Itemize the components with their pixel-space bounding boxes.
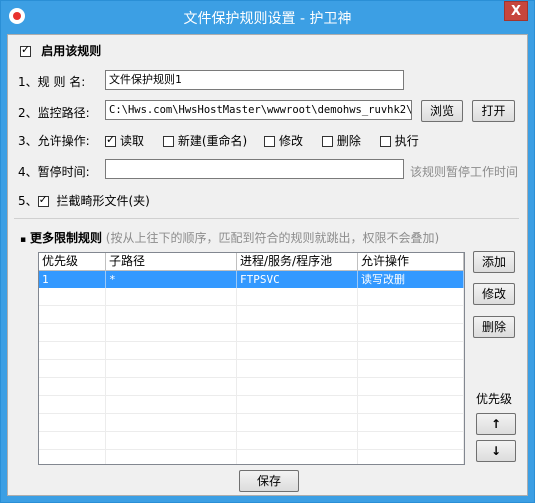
section-divider [14,218,519,219]
op-create-checkbox[interactable] [162,136,174,147]
op-modify[interactable]: 修改 [264,132,303,149]
col-priority[interactable]: 优先级 [39,253,106,270]
title-bar: 文件保护规则设置 - 护卫神 X [1,1,534,34]
monitor-path-input[interactable]: C:\Hws.com\HwsHostMaster\wwwroot\demohws… [105,100,412,120]
block-deformed-label: 拦截畸形文件(夹) [56,194,150,208]
move-up-button[interactable]: ↑ [476,413,516,435]
col-ops[interactable]: 允许操作 [358,253,464,270]
empty-row [39,414,464,432]
more-rules-hint: (按从上往下的顺序，匹配到符合的规则就跳出，权限不会叠加) [105,231,440,245]
cell-subpath: * [106,271,237,288]
dialog-window: 文件保护规则设置 - 护卫神 X 启用该规则 1、规 则 名: 文件保护规则1 … [0,0,535,503]
enable-rule-row[interactable]: 启用该规则 [20,42,101,59]
block-deformed-checkbox[interactable] [37,193,49,207]
op-delete[interactable]: 删除 [321,132,361,149]
empty-row [39,450,464,464]
allowed-ops-group: 读取 新建(重命名) 修改 删除 执行 [105,132,431,149]
move-down-button[interactable]: ↓ [476,440,516,462]
empty-row [39,342,464,360]
op-read[interactable]: 读取 [105,132,144,149]
edit-rule-button[interactable]: 修改 [473,283,515,305]
empty-row [39,360,464,378]
op-modify-checkbox[interactable] [264,136,276,147]
dialog-body: 启用该规则 1、规 则 名: 文件保护规则1 2、监控路径: C:\Hws.co… [7,34,528,496]
monitor-path-label: 2、监控路径: [18,106,90,120]
cell-process: FTPSVC [237,271,358,288]
rule-name-input[interactable]: 文件保护规则1 [105,70,404,90]
rule-name-label: 1、规 则 名: [18,75,86,89]
rules-list-header: 优先级 子路径 进程/服务/程序池 允许操作 [39,253,464,271]
browse-button[interactable]: 浏览 [421,100,463,122]
op-delete-checkbox[interactable] [321,136,333,147]
empty-row [39,432,464,450]
more-rules-title: 更多限制规则 [29,231,102,245]
open-button[interactable]: 打开 [472,100,515,122]
add-rule-button[interactable]: 添加 [473,251,515,273]
cell-ops: 读写改删 [358,271,464,288]
empty-row [39,324,464,342]
table-row[interactable]: 1 * FTPSVC 读写改删 [39,271,464,288]
op-execute-checkbox[interactable] [379,136,391,147]
block-deformed-prefix: 5、 [18,194,38,208]
empty-row [39,378,464,396]
col-subpath[interactable]: 子路径 [106,253,237,270]
priority-label: 优先级 [476,392,513,406]
block-deformed-row[interactable]: 5、 拦截畸形文件(夹) [18,192,150,209]
empty-row [39,288,464,306]
empty-row [39,306,464,324]
enable-rule-checkbox[interactable] [20,43,31,57]
more-rules-header: ▪ 更多限制规则 (按从上往下的顺序，匹配到符合的规则就跳出，权限不会叠加) [20,231,440,245]
op-execute[interactable]: 执行 [379,132,419,149]
pause-time-hint: 该规则暂停工作时间 [410,165,519,179]
op-delete-label: 删除 [336,134,361,148]
empty-row [39,396,464,414]
allowed-ops-label: 3、允许操作: [18,134,90,148]
op-read-checkbox[interactable] [105,133,116,147]
op-modify-label: 修改 [279,134,304,148]
save-button[interactable]: 保存 [239,470,299,492]
rules-list[interactable]: 优先级 子路径 进程/服务/程序池 允许操作 1 * FTPSVC 读写改删 [38,252,465,465]
op-execute-label: 执行 [394,134,419,148]
delete-rule-button[interactable]: 删除 [473,316,515,338]
op-create[interactable]: 新建(重命名) [162,132,248,149]
close-button[interactable]: X [504,1,528,21]
col-process[interactable]: 进程/服务/程序池 [237,253,358,270]
cell-priority: 1 [39,271,106,288]
op-read-label: 读取 [120,134,145,148]
pause-time-label: 4、暂停时间: [18,165,90,179]
window-title: 文件保护规则设置 - 护卫神 [183,11,352,27]
enable-rule-label: 启用该规则 [41,44,102,58]
pause-time-input[interactable] [105,159,404,179]
op-create-label: 新建(重命名) [177,134,248,148]
